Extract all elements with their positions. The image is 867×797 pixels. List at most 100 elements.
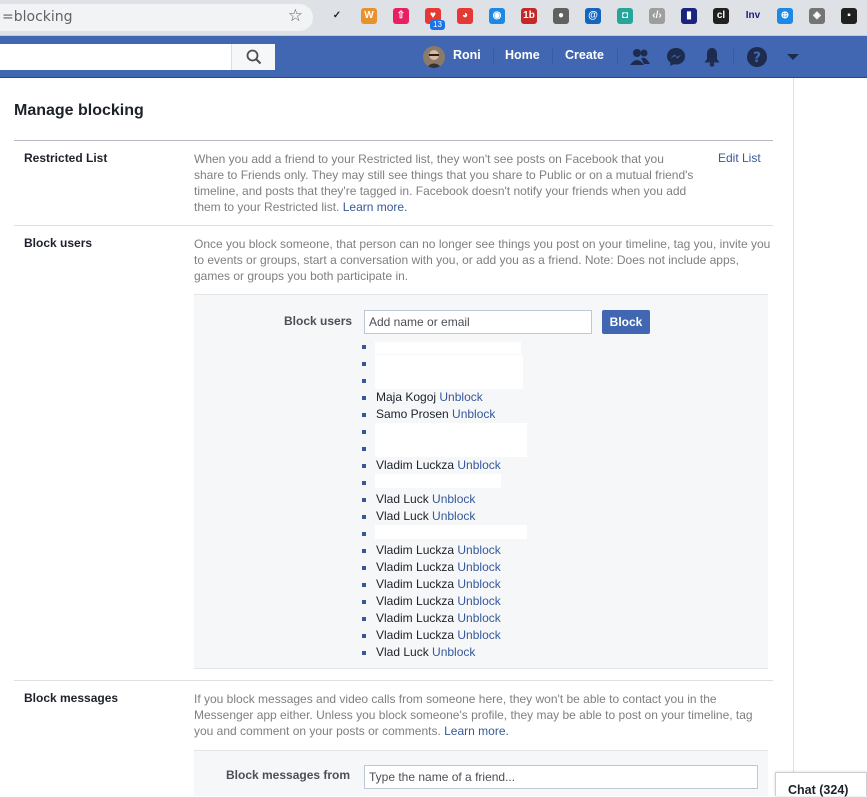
title-divider (14, 140, 773, 141)
blocked-user-row: Samo Prosen Unblock (362, 406, 662, 423)
blocked-user-row (362, 525, 662, 542)
facebook-top-bar: Roni Home Create ? (0, 36, 867, 78)
block-users-label: Block users (24, 236, 93, 250)
nav-divider (733, 49, 734, 65)
section-divider (14, 680, 773, 681)
1b-extension-icon[interactable]: 1b (521, 8, 537, 24)
blocked-user-row (362, 423, 662, 440)
blocked-user-name: Samo Prosen (376, 407, 449, 421)
nav-divider (493, 49, 494, 65)
friend-requests-icon[interactable] (629, 46, 651, 68)
bar-extension-icon[interactable]: ▮ (681, 8, 697, 24)
unblock-link[interactable]: Unblock (432, 492, 475, 506)
nav-create[interactable]: Create (565, 48, 604, 62)
block-messages-input[interactable] (364, 765, 758, 789)
nav-divider (617, 49, 618, 65)
search-box[interactable] (0, 44, 275, 70)
target-extension-icon[interactable]: ◉ (489, 8, 505, 24)
unblock-link[interactable]: Unblock (457, 611, 500, 625)
browser-toolbar: =blocking ☆ ✓ W ⇧ ♥ ◕ ◉ 1b ● @ ◘ ‹/› ▮ cl Inv ⊕ ◈ ▪ 13 (0, 0, 867, 36)
redacted-name (375, 423, 527, 440)
unblock-link[interactable]: Unblock (432, 645, 475, 659)
block-users-field-label: Block users (284, 314, 353, 328)
edit-list-link[interactable]: Edit List (718, 151, 761, 165)
unblock-link[interactable]: Unblock (457, 628, 500, 642)
unblock-link[interactable]: Unblock (457, 458, 500, 472)
restricted-list-label: Restricted List (24, 151, 108, 165)
blocked-user-name: Maja Kogoj (376, 390, 437, 404)
unblock-link[interactable]: Unblock (432, 509, 475, 523)
redacted-name (375, 474, 501, 488)
blocked-user-name: Vladim Luckza (376, 458, 455, 472)
url-text[interactable]: =blocking (2, 9, 73, 25)
help-icon[interactable]: ? (746, 46, 768, 68)
box-extension-icon[interactable]: ▪ (841, 8, 857, 24)
blocked-user-row (362, 474, 662, 491)
nav-home[interactable]: Home (505, 48, 540, 62)
block-messages-description: If you block messages and video calls fr… (194, 691, 774, 739)
avatar[interactable] (423, 46, 445, 68)
check-icon[interactable]: ✓ (329, 8, 345, 24)
nav-profile-name[interactable]: Roni (453, 48, 481, 62)
bookmark-star-icon[interactable]: ☆ (288, 6, 303, 26)
circle-extension-icon[interactable]: ● (553, 8, 569, 24)
block-messages-label: Block messages (24, 691, 119, 705)
at-extension-icon[interactable]: @ (585, 8, 601, 24)
page-title: Manage blocking (14, 102, 144, 119)
blocked-user-row (362, 355, 662, 372)
cl-extension-icon[interactable]: cl (713, 8, 729, 24)
nav-divider (552, 49, 553, 65)
blocked-user-row: Vlad Luck Unblock (362, 644, 662, 661)
blocked-user-row (362, 372, 662, 389)
blocked-user-row: Vlad Luck Unblock (362, 508, 662, 525)
unblock-link[interactable]: Unblock (452, 407, 495, 421)
inv-extension-icon[interactable]: Inv (745, 8, 761, 24)
unblock-link[interactable]: Unblock (457, 594, 500, 608)
blocked-user-name: Vladim Luckza (376, 594, 455, 608)
blocked-user-name: Vlad Luck (376, 492, 429, 506)
blocked-user-name: Vlad Luck (376, 645, 429, 659)
block-users-input[interactable] (364, 310, 592, 334)
right-rail-divider (793, 78, 794, 796)
unblock-link[interactable]: Unblock (457, 543, 500, 557)
block-users-description: Once you block someone, that person can … (194, 237, 771, 283)
block-button[interactable]: Block (602, 310, 650, 334)
blocked-user-name: Vladim Luckza (376, 628, 455, 642)
code-extension-icon[interactable]: ‹/› (649, 8, 665, 24)
blocked-users-list: Maja Kogoj Unblock Samo Prosen Unblock Vla… (362, 338, 662, 661)
redacted-name (375, 355, 523, 372)
chat-tab[interactable]: Chat (324) (775, 772, 867, 797)
unblock-link[interactable]: Unblock (457, 577, 500, 591)
restricted-desc-text: When you add a friend to your Restricted… (194, 152, 694, 214)
blocked-user-name: Vladim Luckza (376, 611, 455, 625)
square-extension-icon[interactable]: ◘ (617, 8, 633, 24)
redacted-name (375, 440, 527, 457)
unblock-link[interactable]: Unblock (439, 390, 482, 404)
blocked-user-row: Vladim Luckza Unblock (362, 457, 662, 474)
block-messages-learn-more-link[interactable]: Learn more. (444, 724, 509, 738)
blocked-user-name: Vladim Luckza (376, 577, 455, 591)
shield-extension-icon[interactable]: ◈ (809, 8, 825, 24)
blocked-user-row: Vlad Luck Unblock (362, 491, 662, 508)
blocked-user-row: Maja Kogoj Unblock (362, 389, 662, 406)
redacted-name (375, 525, 527, 539)
notifications-bell-icon[interactable] (701, 46, 723, 68)
restricted-learn-more-link[interactable]: Learn more. (343, 200, 408, 214)
globe-extension-icon[interactable]: ⊕ (777, 8, 793, 24)
account-menu-chevron-down-icon[interactable] (782, 46, 804, 68)
block-messages-field-label: Block messages from (226, 768, 351, 782)
blocked-user-row: Vladim Luckza Unblock (362, 593, 662, 610)
search-button[interactable] (231, 44, 275, 70)
blocked-user-name: Vlad Luck (376, 509, 429, 523)
section-divider (14, 225, 773, 226)
upload-extension-icon[interactable]: ⇧ (393, 8, 409, 24)
restricted-list-description: When you add a friend to your Restricted… (194, 151, 694, 215)
thumb-extension-icon[interactable]: ◕ (457, 8, 473, 24)
blocked-user-row: Vladim Luckza Unblock (362, 627, 662, 644)
w-extension-icon[interactable]: W (361, 8, 377, 24)
messenger-icon[interactable] (665, 46, 687, 68)
blocked-user-row (362, 440, 662, 457)
address-bar[interactable]: =blocking ☆ (0, 4, 313, 31)
unblock-link[interactable]: Unblock (457, 560, 500, 574)
blocked-user-name: Vladim Luckza (376, 560, 455, 574)
